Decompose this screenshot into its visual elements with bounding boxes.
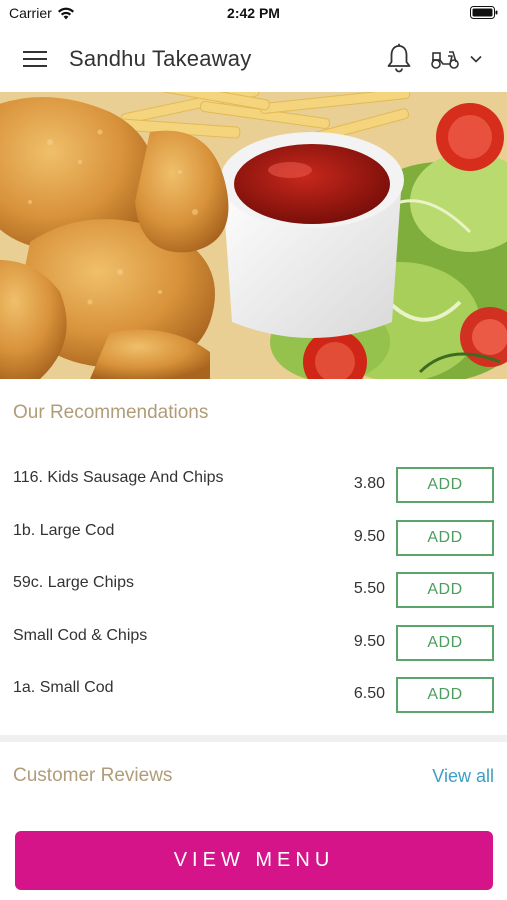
section-divider	[0, 735, 507, 742]
menu-item-price: 9.50	[353, 528, 385, 545]
menu-item-price: 6.50	[353, 685, 385, 702]
menu-item-row: 59c. Large Chips 5.50 ADD	[0, 572, 507, 624]
customer-reviews-title: Customer Reviews	[13, 765, 173, 786]
recommendations-title: Our Recommendations	[13, 402, 209, 423]
scooter-delivery-icon	[431, 51, 459, 69]
status-time: 2:42 PM	[227, 5, 280, 21]
delivery-mode-selector[interactable]	[430, 46, 494, 72]
page-title: Sandhu Takeaway	[69, 46, 252, 71]
add-to-cart-button[interactable]: ADD	[396, 467, 494, 503]
add-to-cart-button[interactable]: ADD	[396, 625, 494, 661]
hero-food-image	[0, 92, 507, 379]
menu-item-name: 1a. Small Cod	[13, 679, 114, 696]
status-bar: Carrier 2:42 PM	[0, 0, 507, 26]
add-to-cart-button[interactable]: ADD	[396, 677, 494, 713]
bell-icon[interactable]	[383, 42, 415, 74]
menu-item-price: 3.80	[353, 475, 385, 492]
menu-item-name: 59c. Large Chips	[13, 574, 134, 591]
menu-item-row: 1b. Large Cod 9.50 ADD	[0, 520, 507, 572]
add-to-cart-button[interactable]: ADD	[396, 520, 494, 556]
menu-item-row: Small Cod & Chips 9.50 ADD	[0, 625, 507, 677]
menu-item-row: 116. Kids Sausage And Chips 3.80 ADD	[0, 467, 507, 519]
app-header: Sandhu Takeaway	[0, 26, 507, 92]
add-to-cart-button[interactable]: ADD	[396, 572, 494, 608]
menu-item-price: 9.50	[353, 633, 385, 650]
view-all-reviews-link[interactable]: View all	[432, 766, 494, 787]
view-menu-button[interactable]: VIEW MENU	[15, 831, 493, 890]
menu-item-row: 1a. Small Cod 6.50 ADD	[0, 677, 507, 729]
menu-item-price: 5.50	[353, 580, 385, 597]
menu-item-name: Small Cod & Chips	[13, 627, 148, 644]
menu-item-name: 116. Kids Sausage And Chips	[13, 469, 224, 486]
chevron-down-icon	[470, 55, 482, 63]
battery-icon	[470, 6, 498, 24]
menu-item-name: 1b. Large Cod	[13, 522, 115, 539]
hamburger-menu-icon[interactable]	[20, 46, 50, 72]
